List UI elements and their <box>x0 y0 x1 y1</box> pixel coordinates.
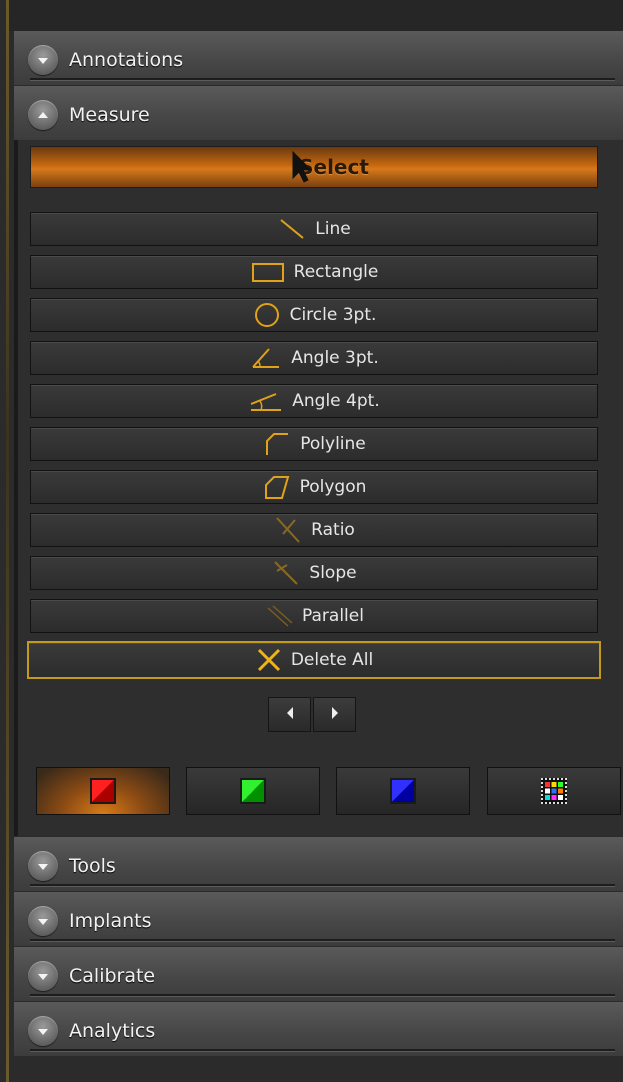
tool-label: Circle 3pt. <box>289 305 377 325</box>
section-calibrate[interactable]: Calibrate <box>14 947 623 1001</box>
color-blue-button[interactable] <box>336 767 470 815</box>
chevron-up-icon <box>28 100 58 130</box>
angle-4pt-icon <box>248 389 284 413</box>
circle-icon <box>252 301 282 329</box>
tool-label: Line <box>315 219 351 239</box>
rectangle-icon <box>250 260 286 284</box>
section-measure[interactable]: Measure <box>14 86 623 140</box>
top-strip <box>9 0 623 31</box>
panel-border <box>6 0 9 1082</box>
circle-3pt-button[interactable]: Circle 3pt. <box>30 298 598 332</box>
divider <box>30 939 615 942</box>
blue-swatch-icon <box>390 778 416 804</box>
tool-label: Slope <box>309 563 357 583</box>
tool-label: Ratio <box>311 520 355 540</box>
section-analytics[interactable]: Analytics <box>14 1002 623 1056</box>
section-label: Annotations <box>69 49 184 71</box>
tool-label: Polyline <box>300 434 366 454</box>
section-label: Implants <box>69 910 152 932</box>
green-swatch-icon <box>240 778 266 804</box>
ratio-button[interactable]: Ratio <box>30 513 598 547</box>
section-label: Calibrate <box>69 965 156 987</box>
delete-all-button[interactable]: Delete All <box>27 641 601 679</box>
pager <box>268 697 358 732</box>
polygon-button[interactable]: Polygon <box>30 470 598 504</box>
select-button[interactable]: Select <box>30 146 598 188</box>
chevron-down-icon <box>28 1016 58 1046</box>
color-green-button[interactable] <box>186 767 320 815</box>
section-annotations[interactable]: Annotations <box>14 31 623 85</box>
rectangle-button[interactable]: Rectangle <box>30 255 598 289</box>
angle-3pt-icon <box>249 345 283 371</box>
chevron-down-icon <box>28 961 58 991</box>
tool-label: Parallel <box>302 606 364 626</box>
prev-button[interactable] <box>268 697 311 732</box>
section-label: Analytics <box>69 1020 156 1042</box>
line-button[interactable]: Line <box>30 212 598 246</box>
tool-label: Angle 4pt. <box>292 391 380 411</box>
red-swatch-icon <box>90 778 116 804</box>
chevron-down-icon <box>28 851 58 881</box>
tool-label: Angle 3pt. <box>291 348 379 368</box>
parallel-button[interactable]: Parallel <box>30 599 598 633</box>
next-button[interactable] <box>313 697 356 732</box>
angle-3pt-button[interactable]: Angle 3pt. <box>30 341 598 375</box>
section-label: Tools <box>69 855 116 877</box>
divider <box>30 884 615 887</box>
delete-x-icon <box>255 646 283 674</box>
polyline-icon <box>262 430 292 458</box>
chevron-right-icon <box>329 705 341 724</box>
ratio-icon <box>273 516 303 544</box>
angle-4pt-button[interactable]: Angle 4pt. <box>30 384 598 418</box>
color-custom-button[interactable] <box>487 767 621 815</box>
divider <box>30 994 615 997</box>
delete-all-label: Delete All <box>290 650 374 670</box>
divider <box>30 78 615 81</box>
chevron-left-icon <box>284 705 296 724</box>
line-icon <box>277 217 307 241</box>
slope-button[interactable]: Slope <box>30 556 598 590</box>
polygon-icon <box>262 473 292 501</box>
divider <box>30 1049 615 1052</box>
color-palette-icon <box>541 778 567 804</box>
color-red-button[interactable] <box>36 767 170 815</box>
parallel-icon <box>264 603 294 629</box>
tool-label: Polygon <box>299 477 367 497</box>
cursor-arrow-icon <box>289 150 315 189</box>
section-tools[interactable]: Tools <box>14 837 623 891</box>
chevron-down-icon <box>28 906 58 936</box>
polyline-button[interactable]: Polyline <box>30 427 598 461</box>
section-implants[interactable]: Implants <box>14 892 623 946</box>
section-label: Measure <box>69 104 150 126</box>
chevron-down-icon <box>28 45 58 75</box>
tool-label: Rectangle <box>293 262 379 282</box>
slope-icon <box>271 559 301 587</box>
